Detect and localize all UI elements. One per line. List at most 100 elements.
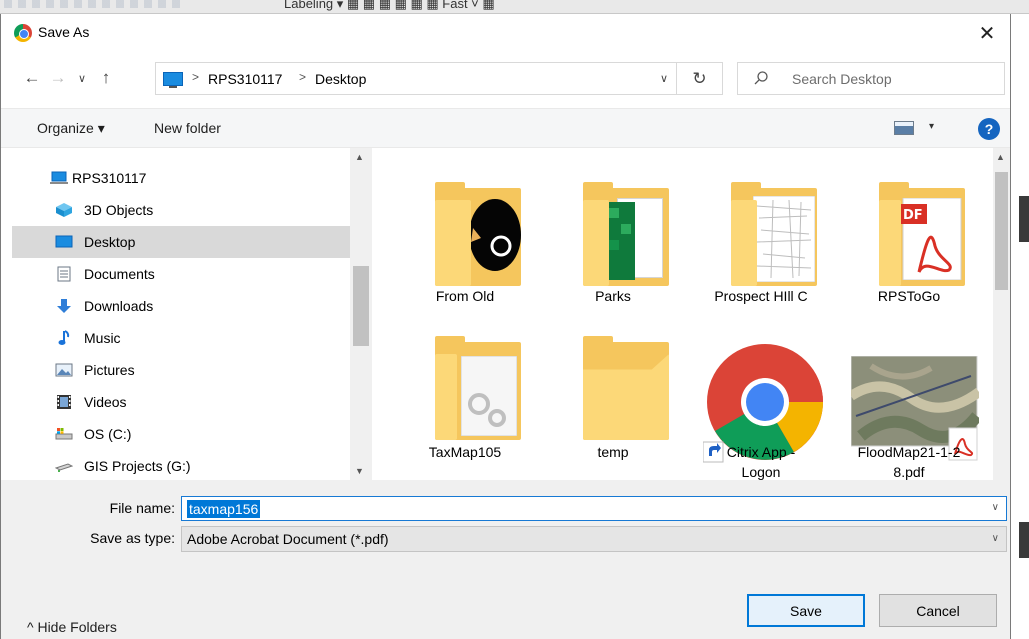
organize-button[interactable]: Organize ▾	[37, 120, 105, 137]
up-button[interactable]: ↑	[95, 67, 117, 89]
navigation-pane[interactable]: RPS310117 3D Objects Desktop Documents D…	[12, 148, 372, 480]
command-bar: Organize ▾ New folder ▾ ?	[1, 108, 1010, 148]
sidebar-item-music[interactable]: Music	[12, 322, 350, 354]
sidebar-item-label: Music	[84, 330, 121, 346]
sidebar-item-downloads[interactable]: Downloads	[12, 290, 350, 322]
breadcrumb-separator[interactable]: >	[192, 70, 199, 84]
help-icon: ?	[984, 121, 994, 137]
sidebar-item-label: Desktop	[84, 234, 136, 250]
file-item-parks[interactable]: Parks	[543, 164, 683, 314]
sidebar-item-os-drive[interactable]: OS (C:)	[12, 418, 350, 450]
view-dropdown-icon[interactable]: ▾	[929, 121, 934, 132]
address-bar[interactable]: > RPS310117 > Desktop ∨	[155, 62, 677, 95]
navigation-scrollbar[interactable]: ▲ ▼	[350, 148, 372, 480]
file-name-label: RPSToGo	[877, 288, 941, 304]
dialog-title: Save As	[38, 24, 90, 40]
file-name-label: FloodMap21-1-2 8.pdf	[857, 444, 961, 480]
background-dark-strip-lower	[1019, 522, 1029, 558]
refresh-icon: ↻	[692, 68, 707, 88]
download-icon	[55, 298, 73, 314]
scrollbar-thumb[interactable]	[995, 172, 1008, 290]
folder-icon	[583, 336, 669, 440]
scroll-up-icon[interactable]: ▲	[996, 152, 1005, 162]
refresh-button[interactable]: ↻	[677, 62, 723, 95]
background-ribbon-text: Labeling ▾ ▦ ▦ ▦ ▦ ▦ ▦ Fast ˅ ▦	[284, 0, 495, 11]
file-name-label: Citrix App - Logon	[726, 444, 796, 480]
file-item-temp[interactable]: temp	[543, 320, 683, 470]
forward-arrow-icon: →	[49, 68, 67, 87]
close-button[interactable]: ✕	[964, 14, 1010, 52]
drive-icon	[55, 426, 73, 442]
pictures-icon	[55, 362, 73, 378]
desktop-icon	[55, 234, 73, 250]
folder-icon	[435, 182, 521, 286]
save-as-dialog: Save As ✕ ← → ∨ ↑ > RPS310117 > Desktop …	[0, 14, 1011, 639]
sidebar-item-pc[interactable]: RPS310117	[12, 162, 350, 194]
save-type-value: Adobe Acrobat Document (*.pdf)	[187, 531, 389, 547]
search-icon	[754, 71, 768, 85]
sidebar-item-label: Pictures	[84, 362, 135, 378]
music-icon	[55, 330, 73, 346]
background-dark-strip	[1019, 196, 1029, 242]
search-input[interactable]: Search Desktop	[737, 62, 1005, 95]
scrollbar-thumb[interactable]	[353, 266, 369, 346]
save-form: File name: taxmap156 ∨ Save as type: Ado…	[1, 480, 1010, 639]
app-icon	[14, 24, 32, 42]
file-item-citrix-logon[interactable]: Citrix App - Logon	[691, 320, 831, 480]
computer-icon	[50, 170, 68, 186]
address-expand-icon[interactable]: ∨	[660, 72, 668, 85]
address-row: ← → ∨ ↑ > RPS310117 > Desktop ∨ ↻ Search…	[1, 58, 1010, 98]
sidebar-item-label: OS (C:)	[84, 426, 132, 442]
videos-icon	[55, 394, 73, 410]
sidebar-item-label: 3D Objects	[84, 202, 154, 218]
sidebar-item-pictures[interactable]: Pictures	[12, 354, 350, 386]
sidebar-item-videos[interactable]: Videos	[12, 386, 350, 418]
sidebar-item-gis-projects[interactable]: GIS Projects (G:)	[12, 450, 350, 480]
file-name-field[interactable]: taxmap156 ∨	[181, 496, 1007, 521]
folder-icon: DF	[879, 182, 965, 286]
save-button[interactable]: Save	[747, 594, 865, 627]
computer-icon	[163, 72, 183, 88]
file-name-label: Parks	[595, 288, 631, 304]
sidebar-item-label: GIS Projects (G:)	[84, 458, 191, 474]
file-item-from-old[interactable]: From Old	[395, 164, 535, 314]
up-arrow-icon: ↑	[101, 68, 111, 87]
title-bar: Save As ✕	[1, 14, 1010, 52]
forward-button[interactable]: →	[47, 67, 69, 89]
scroll-up-icon[interactable]: ▲	[355, 152, 364, 162]
hide-folders-button[interactable]: ^ Hide Folders	[27, 619, 117, 635]
breadcrumb-item-desktop[interactable]: Desktop	[315, 71, 366, 87]
breadcrumb-item-pc[interactable]: RPS310117	[208, 71, 282, 87]
file-name-label: File name:	[109, 500, 175, 516]
sidebar-item-label: Videos	[84, 394, 127, 410]
save-type-select[interactable]: Adobe Acrobat Document (*.pdf) ∨	[181, 526, 1007, 552]
file-name-value[interactable]: taxmap156	[187, 500, 261, 518]
file-name-label: TaxMap105	[428, 444, 502, 460]
chevron-down-icon[interactable]: ∨	[992, 502, 999, 513]
scroll-down-icon[interactable]: ▼	[355, 466, 364, 476]
recent-locations-button[interactable]: ∨	[71, 67, 93, 89]
sidebar-item-label: Documents	[84, 266, 155, 282]
view-options-icon[interactable]	[894, 121, 914, 135]
close-icon: ✕	[978, 22, 996, 45]
file-list-pane[interactable]: From Old Parks Prospect HIll C DF RPSToG…	[373, 148, 1010, 480]
breadcrumb-separator[interactable]: >	[299, 70, 306, 84]
file-item-taxmap105[interactable]: TaxMap105	[395, 320, 535, 470]
sidebar-item-documents[interactable]: Documents	[12, 258, 350, 290]
sidebar-item-label: Downloads	[84, 298, 154, 314]
file-item-floodmap-pdf[interactable]: FloodMap21-1-2 8.pdf	[839, 320, 979, 480]
chevron-down-icon: ∨	[991, 533, 999, 544]
sidebar-item-desktop[interactable]: Desktop	[12, 226, 350, 258]
chevron-down-icon: ∨	[77, 72, 87, 85]
file-list-scrollbar[interactable]: ▲	[993, 148, 1010, 480]
back-button[interactable]: ←	[21, 67, 43, 89]
cube-icon	[55, 202, 73, 218]
file-item-rpstogo[interactable]: DF RPSToGo	[839, 164, 979, 314]
new-folder-button[interactable]: New folder	[154, 120, 221, 136]
document-icon	[55, 266, 73, 282]
sidebar-item-3d-objects[interactable]: 3D Objects	[12, 194, 350, 226]
file-item-prospect-hill[interactable]: Prospect HIll C	[691, 164, 831, 314]
folder-icon	[435, 336, 521, 440]
cancel-button[interactable]: Cancel	[879, 594, 997, 627]
help-button[interactable]: ?	[978, 118, 1000, 140]
